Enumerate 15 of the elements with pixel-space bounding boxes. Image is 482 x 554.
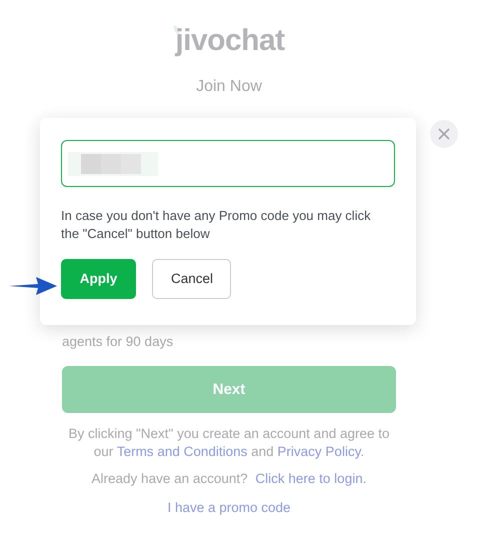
legal-link[interactable]: Terms and Conditions: [116, 444, 248, 460]
page-heading: Join Now: [195, 78, 263, 96]
close-button[interactable]: [430, 120, 458, 148]
dialog-hint: In case you don't have any Promo code you may click the "Cancel" button below: [61, 207, 372, 243]
info-text: agents for 90 days: [62, 333, 174, 351]
legal-notice: By clicking "Next" you create an account and agree to our Terms and Conditions and Privacy Policy.: [67, 425, 390, 462]
logo: jivochat: [173, 23, 285, 59]
promo-code-field[interactable]: [61, 140, 395, 187]
legal-link[interactable]: Privacy Policy: [277, 444, 360, 460]
promo-code-link[interactable]: I have a promo code: [167, 498, 291, 518]
apply-button[interactable]: Apply: [61, 259, 136, 299]
cancel-button[interactable]: Cancel: [152, 259, 231, 299]
close-icon: [438, 128, 450, 140]
login-prompt: Already have an account?: [92, 471, 248, 486]
login-link[interactable]: Click here to login.: [255, 471, 366, 486]
